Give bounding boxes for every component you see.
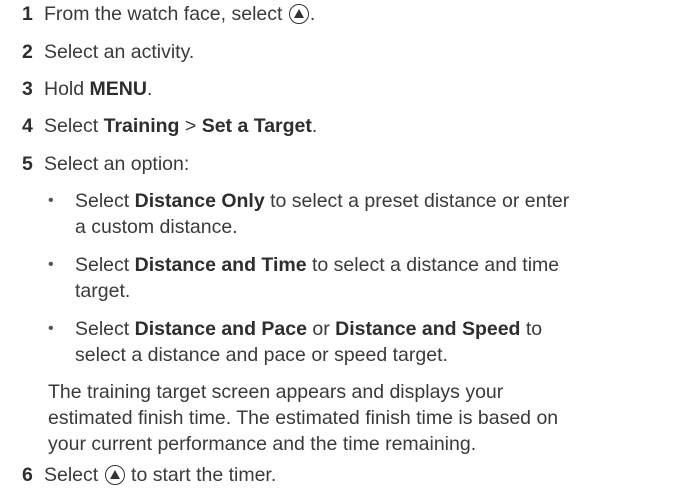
option-text: Select	[75, 190, 135, 212]
note-line-3: your current performance and the time re…	[48, 433, 477, 455]
up-button-icon	[104, 465, 125, 485]
menu-path-separator: >	[179, 115, 202, 137]
up-button-icon	[288, 4, 309, 24]
menu-path-set-target: Set a Target	[201, 115, 312, 137]
option-text: Select	[75, 254, 135, 276]
step-text: From the watch face, select	[44, 3, 283, 25]
option-text: select a distance and pace or speed targ…	[75, 344, 448, 366]
step-number: 5	[22, 153, 33, 175]
option-text: Select	[75, 318, 135, 340]
bullet-icon: •	[48, 192, 54, 209]
step-number: 1	[22, 3, 33, 25]
option-name: Distance Only	[134, 190, 265, 212]
bullet-icon: •	[48, 256, 54, 273]
step-text: to start the timer.	[131, 464, 277, 486]
step-punct: .	[311, 115, 318, 137]
bullet-icon: •	[48, 320, 54, 337]
option-text: a custom distance.	[75, 216, 238, 238]
step-punct: .	[309, 3, 316, 25]
step-number: 6	[22, 464, 33, 486]
option-text: to	[520, 318, 543, 340]
step-number: 3	[22, 78, 33, 100]
option-text: or	[306, 318, 336, 340]
option-name: Distance and Pace	[134, 318, 307, 340]
option-text: target.	[75, 280, 131, 302]
menu-path-training: Training	[103, 115, 180, 137]
menu-key-label: MENU	[89, 78, 147, 100]
option-text: to select a preset distance or enter	[264, 190, 570, 212]
step-text: Select an activity.	[44, 41, 195, 63]
option-name: Distance and Time	[134, 254, 307, 276]
step-text: Select an option:	[44, 153, 190, 175]
instruction-document: 1 From the watch face, select . 2 Select…	[0, 0, 697, 486]
note-line-1: The training target screen appears and d…	[48, 381, 504, 403]
step-text: Select	[44, 464, 99, 486]
option-text: to select a distance and time	[306, 254, 560, 276]
step-text: Select	[44, 115, 104, 137]
step-text: Hold	[44, 78, 90, 100]
option-name: Distance and Speed	[335, 318, 521, 340]
note-line-2: estimated finish time. The estimated fin…	[48, 407, 559, 429]
step-number: 4	[22, 115, 33, 137]
step-punct: .	[146, 78, 153, 100]
step-number: 2	[22, 41, 33, 63]
